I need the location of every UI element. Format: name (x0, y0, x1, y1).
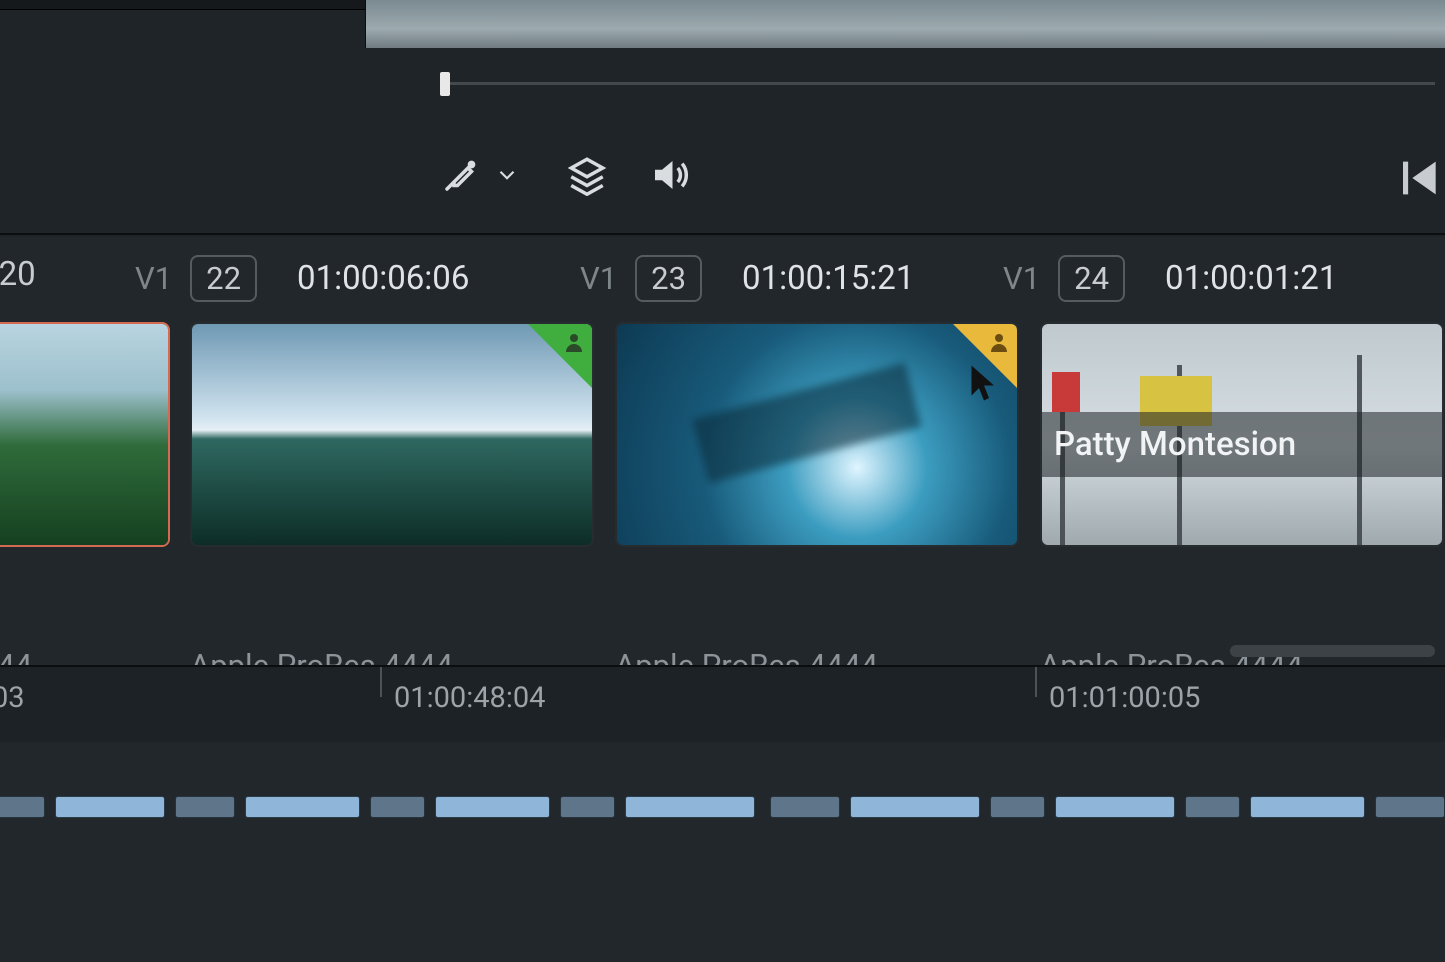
timeline-clip-segment[interactable] (770, 796, 840, 818)
timeline-clip-segment[interactable] (1185, 796, 1240, 818)
clip-track-label: V1 (580, 260, 617, 297)
timeline-clip-segment[interactable] (175, 796, 235, 818)
clip-thumbnail-3[interactable]: Patty Montesion (1040, 322, 1444, 547)
audio-icon[interactable] (648, 154, 690, 196)
dropdown-chevron-icon[interactable] (494, 162, 520, 188)
timeline-clip-segment[interactable] (1375, 796, 1445, 818)
ruler-timecode: 01:01:00:05 (1049, 681, 1200, 715)
viewer-frame (366, 0, 1445, 48)
thumbnails-scrollbar[interactable] (1230, 645, 1435, 657)
clip-header-row: ?:20 V1 22 01:00:06:06 V1 23 01:00:15:21… (0, 237, 1445, 312)
clip-thumbnails-strip: ?:20 V1 22 01:00:06:06 V1 23 01:00:15:21… (0, 237, 1445, 677)
timeline-clip-segment[interactable] (625, 796, 755, 818)
timeline-video-track[interactable] (0, 790, 1445, 852)
ruler-tick (1035, 667, 1037, 697)
user-icon (562, 330, 586, 354)
eyedropper-icon[interactable] (440, 154, 482, 196)
ruler-timecode: 01:00:48:04 (394, 681, 545, 715)
scrub-track[interactable] (445, 82, 1435, 85)
ruler-timecode: 03 (0, 681, 25, 715)
timeline-clip-segment[interactable] (560, 796, 615, 818)
layers-icon[interactable] (566, 154, 608, 196)
clip-owner-overlay: Patty Montesion (1042, 412, 1442, 477)
clip-0-dur-partial: ?:20 (0, 255, 36, 294)
timeline-clip-segment[interactable] (990, 796, 1045, 818)
timeline-clip-segment[interactable] (1055, 796, 1175, 818)
timeline-clip-segment[interactable] (370, 796, 425, 818)
divider (0, 233, 1445, 235)
timeline-clip-segment[interactable] (245, 796, 360, 818)
clip-duration: 01:00:01:21 (1165, 259, 1337, 298)
clip-duration: 01:00:15:21 (742, 259, 914, 298)
timeline-clip-segment[interactable] (55, 796, 165, 818)
clip-thumb-image (0, 324, 168, 545)
clip-duration: 01:00:06:06 (297, 259, 469, 298)
previous-clip-button[interactable] (1389, 150, 1445, 210)
clip-thumbnail-1[interactable] (190, 322, 594, 547)
clip-number-badge[interactable]: 23 (635, 255, 702, 302)
clip-thumbnail-2[interactable] (615, 322, 1019, 547)
viewer-scrub-bar[interactable] (365, 60, 1445, 120)
clip-track-label: V1 (1003, 260, 1040, 297)
clip-number-badge[interactable]: 22 (190, 255, 257, 302)
timeline-ruler[interactable]: 03 01:00:48:04 01:01:00:05 (0, 667, 1445, 742)
clips-row: 444 Apple ProRes 4444 Apple ProRes 4444 … (0, 322, 1445, 572)
timeline-clip-segment[interactable] (0, 796, 45, 818)
mouse-cursor-icon (969, 362, 999, 404)
clip-track-label: V1 (135, 260, 172, 297)
scrub-playhead[interactable] (440, 72, 450, 96)
clip-number-badge[interactable]: 24 (1058, 255, 1125, 302)
viewer-tool-row (365, 135, 1445, 215)
viewer-preview[interactable] (365, 0, 1445, 48)
timeline-clip-segment[interactable] (435, 796, 550, 818)
user-icon (987, 330, 1011, 354)
timeline-clip-segment[interactable] (850, 796, 980, 818)
ruler-tick (380, 667, 382, 697)
timeline-clip-segment[interactable] (1250, 796, 1365, 818)
clip-thumbnail-0[interactable] (0, 322, 170, 547)
timeline-tracks[interactable] (0, 742, 1445, 962)
